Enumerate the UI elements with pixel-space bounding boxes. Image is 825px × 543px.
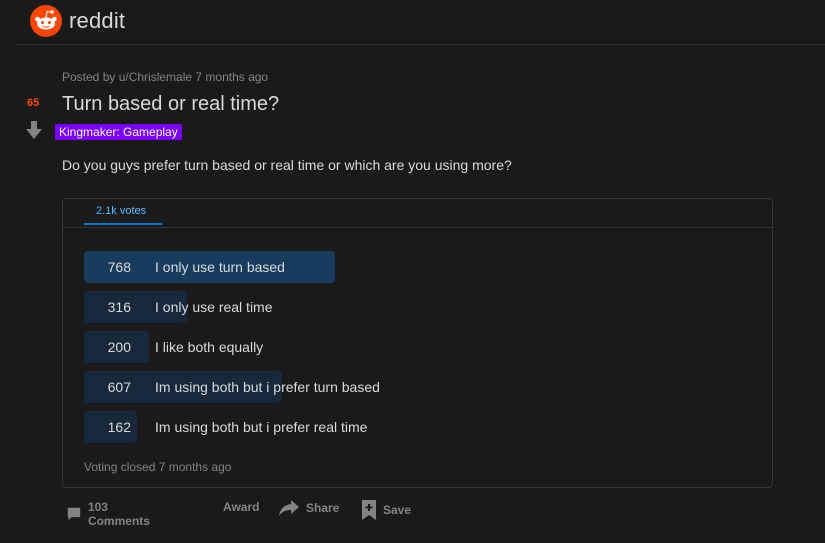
poll-tab-bar: 2.1k votes — [63, 199, 772, 228]
post-body: Do you guys prefer turn based or real ti… — [62, 157, 512, 173]
poll-option: 607 Im using both but i prefer turn base… — [84, 371, 704, 403]
poll-option-label: I like both equally — [155, 339, 264, 355]
poll-option: 200 I like both equally — [84, 331, 704, 363]
award-label: Award — [223, 500, 260, 514]
poll-option-label: Im using both but i prefer turn based — [155, 379, 380, 395]
votes-tab[interactable]: 2.1k votes — [84, 205, 158, 223]
save-button[interactable]: Save — [362, 500, 411, 520]
poll-option-label: I only use real time — [155, 299, 273, 315]
comment-icon — [67, 507, 81, 521]
top-header: reddit — [0, 0, 825, 45]
reddit-snoo-icon — [30, 5, 62, 37]
poll-option: 316 I only use real time — [84, 291, 704, 323]
poll-option-count: 162 — [107, 419, 131, 435]
header-divider — [15, 44, 825, 45]
poll-option: 162 Im using both but i prefer real time — [84, 411, 704, 443]
share-label: Share — [306, 501, 340, 515]
downvote-arrow-icon[interactable] — [26, 121, 42, 139]
share-arrow-icon — [279, 500, 299, 516]
poll-option-label: I only use turn based — [155, 259, 285, 275]
poll-option-label: Im using both but i prefer real time — [155, 419, 368, 435]
reddit-logo[interactable]: reddit — [30, 5, 125, 37]
post-flair[interactable]: Kingmaker: Gameplay — [55, 124, 182, 140]
share-button[interactable]: Share — [279, 500, 339, 516]
comments-label: 103 Comments — [87, 500, 150, 528]
save-label: Save — [383, 503, 412, 517]
brand-wordmark: reddit — [69, 8, 126, 33]
vote-score: 65 — [27, 97, 40, 109]
award-button[interactable]: Award — [223, 500, 259, 514]
comments-button[interactable]: 103 Comments — [67, 500, 154, 528]
post-meta: Posted by u/Chrislemale 7 months ago — [62, 70, 269, 84]
bookmark-plus-icon — [362, 500, 376, 520]
poll-option: 768 I only use turn based — [84, 251, 704, 283]
poll-option-count: 200 — [107, 339, 131, 355]
poll-option-count: 607 — [107, 379, 131, 395]
poll-option-count: 316 — [107, 299, 131, 315]
poll-status: Voting closed 7 months ago — [84, 460, 232, 474]
post-title[interactable]: Turn based or real time? — [62, 93, 279, 116]
poll-option-count: 768 — [107, 259, 131, 275]
poll-box: 2.1k votes 768 I only use turn based 316… — [62, 198, 773, 488]
votes-tab-underline — [84, 223, 162, 225]
